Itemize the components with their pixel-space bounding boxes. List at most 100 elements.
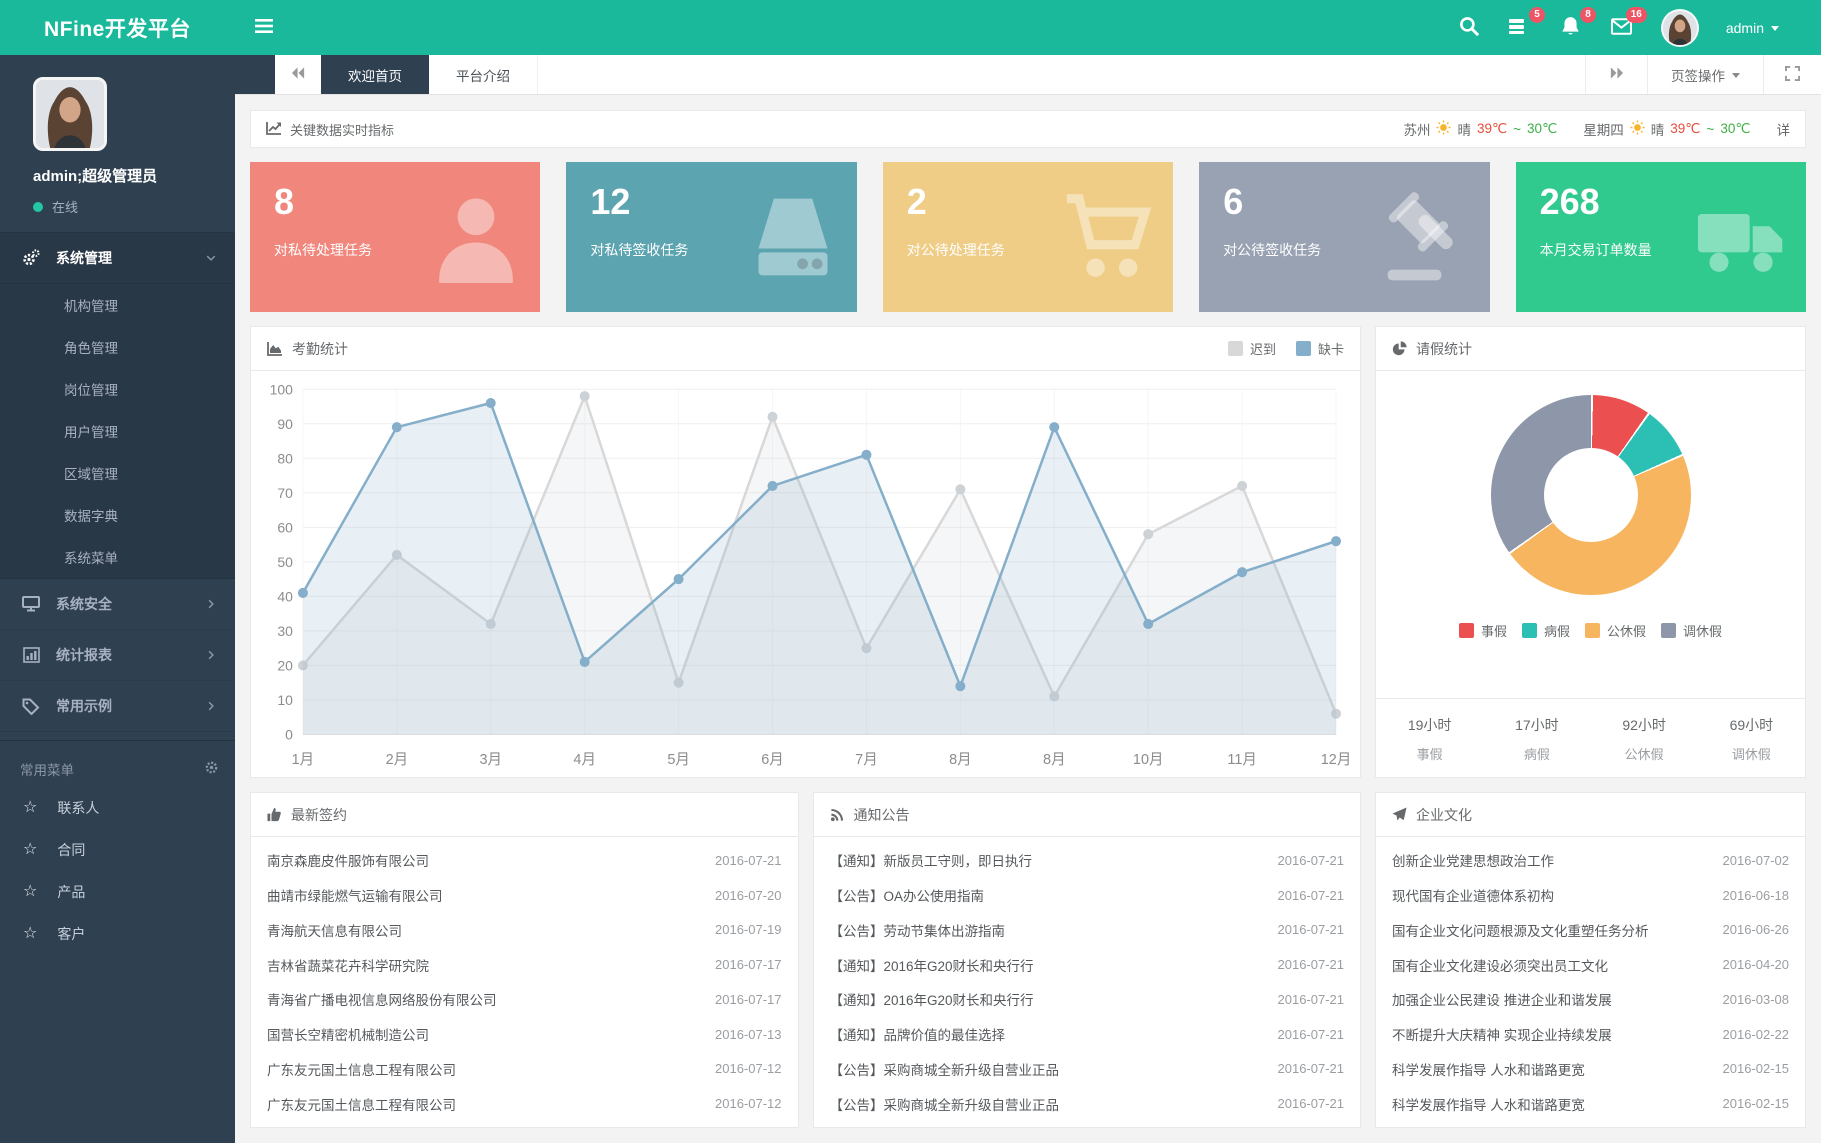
chevron-right-icon: [205, 649, 217, 661]
stat-card-public-pending[interactable]: 2 对公待处理任务: [883, 162, 1173, 312]
legend-item[interactable]: 事假: [1459, 621, 1507, 640]
signings-panel-header: 最新签约: [251, 793, 798, 837]
stat-card-private-pending[interactable]: 8 对私待处理任务: [250, 162, 540, 312]
list-item[interactable]: 国有企业文化问题根源及文化重塑任务分析2016-06-26: [1392, 920, 1789, 940]
list-item[interactable]: 现代国有企业道德体系初构 2016-06-18: [1392, 885, 1789, 905]
sidebar-item-statistics-reports[interactable]: 统计报表: [0, 630, 235, 681]
list-item[interactable]: 加强企业公民建设 推进企业和谐发展2016-03-08: [1392, 989, 1789, 1009]
sidebar-toggle-button[interactable]: [249, 13, 279, 43]
weather-more-link[interactable]: 详: [1777, 119, 1791, 139]
fullscreen-button[interactable]: [1763, 55, 1821, 94]
tab-label: 平台介绍: [456, 65, 510, 85]
sidebar-subitem[interactable]: 数据字典: [0, 494, 235, 536]
quick-menu-label: 客户: [57, 924, 85, 944]
list-item-title: 青海省广播电视信息网络股份有限公司: [267, 989, 701, 1009]
list-item[interactable]: 曲靖市绿能燃气运输有限公司2016-07-20: [267, 885, 782, 905]
sidebar-subitem[interactable]: 机构管理: [0, 284, 235, 326]
list-item[interactable]: 【通知】品牌价值的最佳选择2016-07-21: [830, 1024, 1345, 1044]
svg-text:8月: 8月: [949, 752, 972, 768]
notices-panel-header: 通知公告: [814, 793, 1361, 837]
list-item[interactable]: 【公告】采购商城全新升级自营业正品2016-07-21: [830, 1094, 1345, 1114]
legend-item[interactable]: 公休假: [1585, 621, 1646, 640]
culture-list: 创新企业党建思想政治工作2016-07-02 现代国有企业道德体系初构 2016-0…: [1376, 837, 1805, 1127]
sidebar-item-system-management[interactable]: 系统管理: [0, 233, 235, 284]
svg-text:11月: 11月: [1227, 752, 1256, 768]
signings-panel: 最新签约 南京森鹿皮件服饰有限公司2016-07-21 曲靖市绿能燃气运输有限公司…: [250, 792, 799, 1128]
list-item-title: 曲靖市绿能燃气运输有限公司: [267, 885, 701, 905]
list-item[interactable]: 科学发展作指导 人水和谐路更宽2016-02-15: [1392, 1059, 1789, 1079]
quick-menu-item[interactable]: ☆客户: [0, 913, 235, 955]
list-item[interactable]: 【通知】2016年G20财长和央行行2016-07-21: [830, 955, 1345, 975]
stat-card-monthly-orders[interactable]: 268 本月交易订单数量: [1516, 162, 1806, 312]
list-item[interactable]: 吉林省蔬菜花卉科学研究院2016-07-17: [267, 955, 782, 975]
tabs-scroll-right-button[interactable]: [1585, 55, 1647, 94]
list-item[interactable]: 【公告】采购商城全新升级自营业正品2016-07-21: [830, 1059, 1345, 1079]
list-item[interactable]: 青海航天信息有限公司2016-07-19: [267, 920, 782, 940]
tab-welcome-home[interactable]: 欢迎首页: [321, 55, 429, 94]
sidebar-subitem[interactable]: 角色管理: [0, 326, 235, 368]
list-item[interactable]: 【通知】新版员工守则，即日执行 2016-07-21: [830, 850, 1345, 870]
list-item-date: 2016-04-20: [1723, 957, 1790, 972]
svg-text:50: 50: [277, 554, 293, 570]
list-item[interactable]: 广东友元国土信息工程有限公司2016-07-12: [267, 1059, 782, 1079]
list-item[interactable]: 广东友元国土信息工程有限公司2016-07-12: [267, 1094, 782, 1114]
user-avatar[interactable]: [1661, 9, 1699, 47]
legend-item[interactable]: 病假: [1522, 621, 1570, 640]
list-item-date: 2016-02-15: [1723, 1096, 1790, 1111]
profile-avatar[interactable]: [33, 77, 107, 151]
quick-menu-section: 常用菜单: [0, 740, 235, 787]
profile-status: 在线: [33, 197, 235, 216]
quick-menu-settings-button[interactable]: [204, 760, 219, 778]
stat-card-private-sign[interactable]: 12 对私待签收任务: [566, 162, 856, 312]
list-item-title: 广东友元国土信息工程有限公司: [267, 1059, 701, 1079]
leave-hours-value: 69小时: [1698, 715, 1805, 735]
tab-platform-intro[interactable]: 平台介绍: [429, 55, 538, 94]
sidebar-item-system-security[interactable]: 系统安全: [0, 579, 235, 630]
list-item[interactable]: 国有企业文化建设必须突出员工文化2016-04-20: [1392, 955, 1789, 975]
top-header: NFine开发平台 5 8 16 admin: [0, 0, 1821, 55]
legend-item[interactable]: 调休假: [1661, 621, 1722, 640]
indicator-bar: 关键数据实时指标 苏州 晴 39℃ ~ 30℃ 星期四 晴 39℃ ~ 30℃ …: [250, 110, 1806, 148]
svg-text:3月: 3月: [479, 752, 502, 768]
list-item-title: 广东友元国土信息工程有限公司: [267, 1094, 701, 1114]
list-item[interactable]: 青海省广播电视信息网络股份有限公司2016-07-17: [267, 989, 782, 1009]
messages-button[interactable]: 16: [1610, 16, 1634, 40]
sidebar-subitem[interactable]: 区域管理: [0, 452, 235, 494]
sidebar-item-common-examples[interactable]: 常用示例: [0, 681, 235, 732]
sidebar-subitem[interactable]: 系统菜单: [0, 536, 235, 578]
quick-menu-item[interactable]: ☆联系人: [0, 787, 235, 829]
sidebar-subitem[interactable]: 用户管理: [0, 410, 235, 452]
list-item[interactable]: 【公告】OA办公使用指南2016-07-21: [830, 885, 1345, 905]
tab-operations-dropdown[interactable]: 页签操作: [1647, 55, 1763, 94]
list-item[interactable]: 创新企业党建思想政治工作2016-07-02: [1392, 850, 1789, 870]
list-item-date: 2016-03-08: [1723, 992, 1790, 1007]
tabs-scroll-left-button[interactable]: [275, 55, 321, 94]
list-item-date: 2016-07-21: [1278, 888, 1345, 903]
search-button[interactable]: [1457, 16, 1481, 40]
list-item[interactable]: 科学发展作指导 人水和谐路更宽2016-02-15: [1392, 1094, 1789, 1114]
gear-icon: [204, 760, 219, 778]
sidebar-subitem[interactable]: 岗位管理: [0, 368, 235, 410]
notifications-button[interactable]: 8: [1559, 16, 1583, 40]
area-chart-icon: [267, 341, 283, 356]
legend-item[interactable]: 迟到: [1228, 339, 1276, 358]
svg-text:80: 80: [277, 450, 293, 466]
list-item-date: 2016-02-22: [1723, 1027, 1790, 1042]
user-menu-button[interactable]: admin: [1726, 20, 1779, 36]
list-item[interactable]: 南京森鹿皮件服饰有限公司2016-07-21: [267, 850, 782, 870]
list-item-title: 现代国有企业道德体系初构: [1392, 885, 1709, 905]
list-item[interactable]: 【公告】劳动节集体出游指南2016-07-21: [830, 920, 1345, 940]
stat-card-public-sign[interactable]: 6 对公待签收任务: [1199, 162, 1489, 312]
quick-menu-item[interactable]: ☆产品: [0, 871, 235, 913]
legend-item[interactable]: 缺卡: [1296, 339, 1344, 358]
list-item-date: 2016-06-18: [1723, 888, 1790, 903]
legend-label: 病假: [1544, 621, 1570, 640]
list-item-date: 2016-07-21: [1278, 853, 1345, 868]
list-item-date: 2016-07-21: [1278, 922, 1345, 937]
list-item[interactable]: 不断提升大庆精神 实现企业持续发展2016-02-22: [1392, 1024, 1789, 1044]
list-item[interactable]: 国营长空精密机械制造公司2016-07-13: [267, 1024, 782, 1044]
tasks-button[interactable]: 5: [1508, 16, 1532, 40]
list-item[interactable]: 【通知】2016年G20财长和央行行2016-07-21: [830, 989, 1345, 1009]
quick-menu-item[interactable]: ☆合同: [0, 829, 235, 871]
list-item-title: 【通知】新版员工守则，即日执行: [830, 850, 1264, 870]
